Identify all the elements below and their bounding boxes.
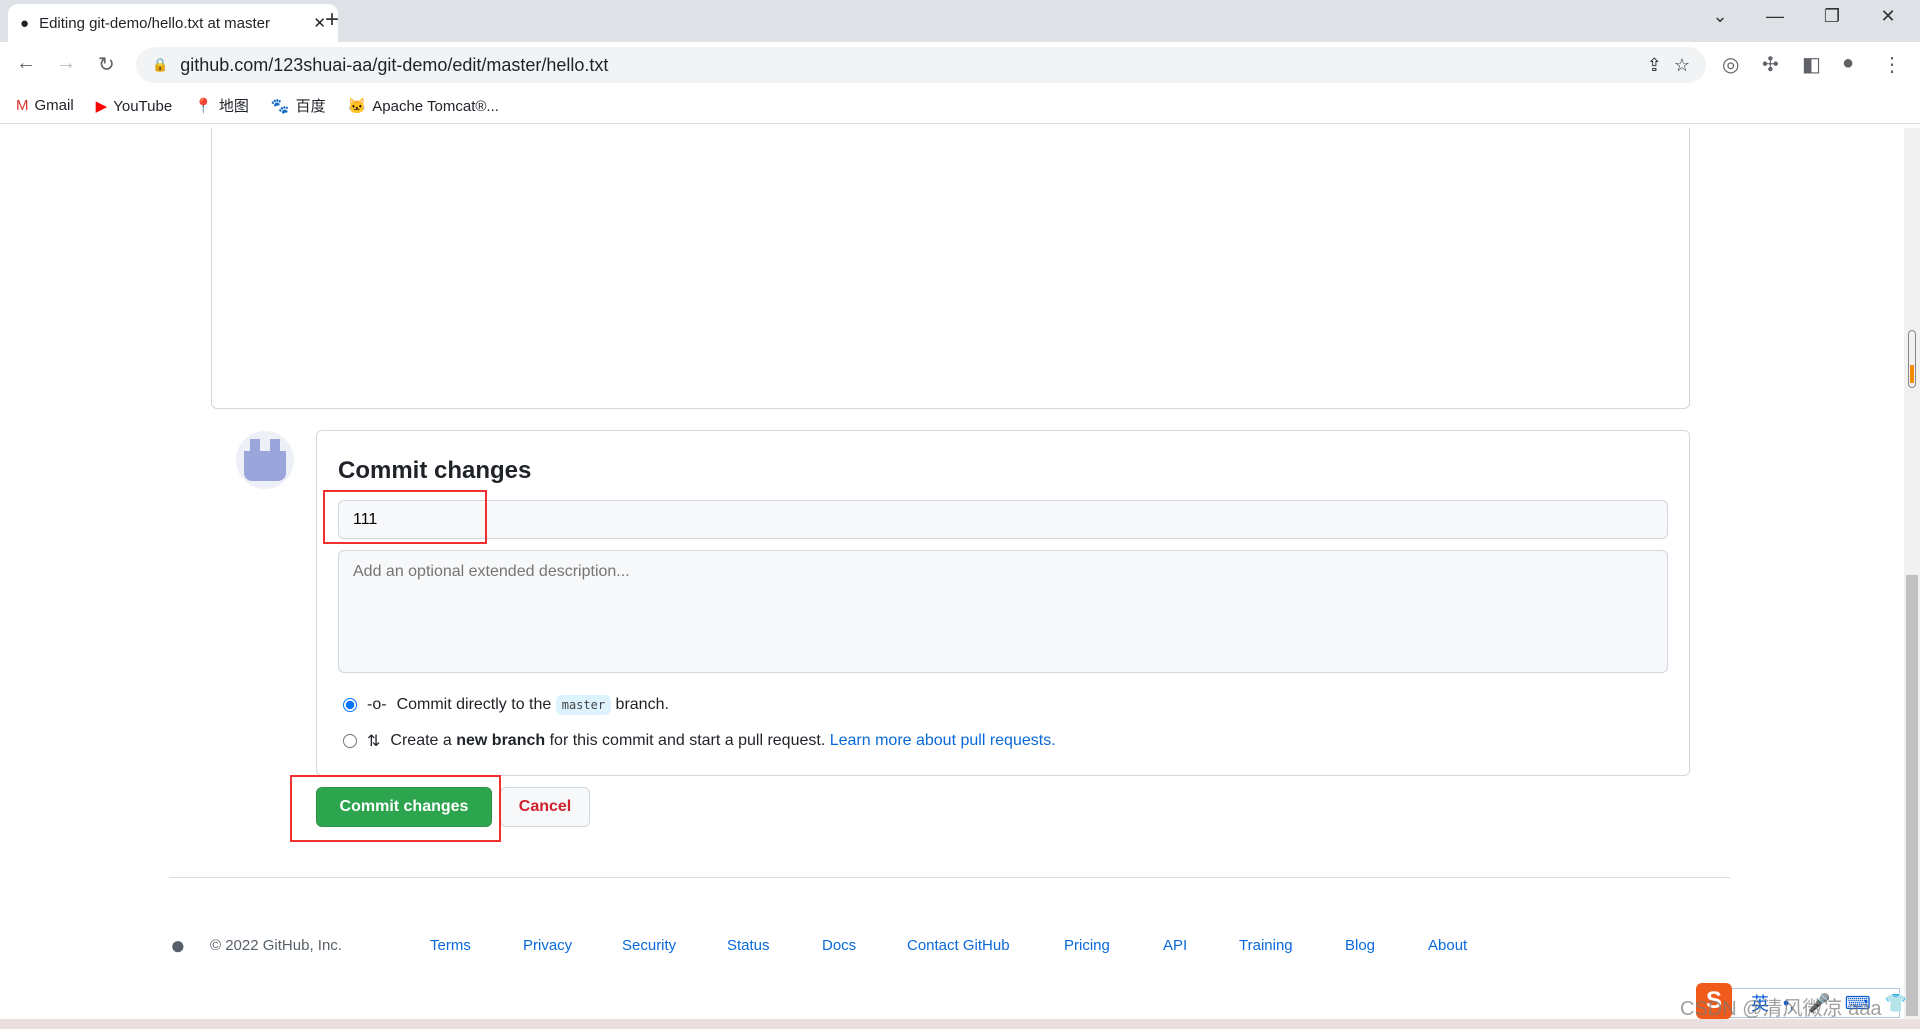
footer-link-security[interactable]: Security — [622, 937, 676, 954]
commit-description-input[interactable] — [338, 550, 1668, 673]
bookmarks-bar: M Gmail ▶ YouTube 📍 地图 🐾 百度 🐱 Apache Tomcat®.… — [0, 88, 1920, 124]
avatar — [236, 431, 294, 489]
forward-icon[interactable]: → — [56, 52, 76, 75]
commit-icon: -o- — [367, 696, 387, 713]
youtube-icon: ▶ — [95, 97, 108, 115]
footer-link-terms[interactable]: Terms — [430, 937, 471, 954]
gmail-icon: M — [16, 97, 29, 114]
taskbar-strip — [0, 1019, 1920, 1029]
reload-icon[interactable]: ↻ — [98, 52, 115, 77]
browser-tab[interactable]: ● Editing git-demo/hello.txt at master ✕ — [8, 4, 338, 42]
commit-heading: Commit changes — [338, 457, 532, 484]
baidu-icon: 🐾 — [270, 98, 290, 115]
file-editor[interactable] — [211, 128, 1690, 409]
scrollbar-thumb[interactable] — [1906, 575, 1918, 1016]
minimize-icon[interactable]: — — [1755, 6, 1795, 27]
restore-icon[interactable]: ❐ — [1812, 6, 1852, 27]
footer: ● © 2022 GitHub, Inc. Terms Privacy Secu… — [170, 930, 1730, 960]
branch-name: master — [555, 695, 612, 715]
footer-divider — [169, 877, 1730, 878]
bookmark-baidu[interactable]: 🐾 百度 — [271, 95, 326, 116]
footer-link-contact[interactable]: Contact GitHub — [907, 937, 1010, 954]
chrome-extension-icon[interactable]: ◎ — [1722, 52, 1739, 77]
learn-more-link[interactable]: Learn more about pull requests. — [830, 732, 1056, 749]
github-favicon-icon: ● — [20, 14, 30, 32]
new-tab-button[interactable]: + — [325, 6, 339, 34]
radio-new-branch[interactable] — [343, 734, 357, 748]
footer-link-training[interactable]: Training — [1239, 937, 1293, 954]
pull-request-icon: ⇅ — [367, 733, 381, 750]
tomcat-icon: 🐱 — [347, 97, 367, 115]
footer-link-api[interactable]: API — [1163, 937, 1187, 954]
copyright: © 2022 GitHub, Inc. — [210, 937, 342, 954]
footer-link-about[interactable]: About — [1428, 937, 1467, 954]
lock-icon: 🔒 — [152, 57, 169, 72]
cancel-button[interactable]: Cancel — [500, 787, 590, 827]
footer-link-blog[interactable]: Blog — [1345, 937, 1375, 954]
footer-link-privacy[interactable]: Privacy — [523, 937, 572, 954]
profile-avatar-icon[interactable]: ● — [1842, 52, 1854, 75]
bookmark-youtube[interactable]: ▶ YouTube — [96, 97, 173, 115]
highlight-box-summary — [323, 490, 487, 544]
watermark: CSDN @清风微凉 aaa — [1680, 998, 1882, 1020]
address-bar[interactable]: 🔒 github.com/123shuai-aa/git-demo/edit/m… — [136, 47, 1706, 83]
bookmark-star-icon[interactable]: ☆ — [1674, 55, 1690, 76]
extensions-puzzle-icon[interactable]: ✣ — [1762, 52, 1779, 77]
option-new-branch[interactable]: ⇅ Create a new branch for this commit an… — [343, 731, 1056, 751]
close-window-icon[interactable]: ✕ — [1868, 6, 1908, 27]
radio-commit-direct[interactable] — [343, 698, 357, 712]
github-logo-icon[interactable]: ● — [170, 930, 186, 961]
side-marker-icon — [1908, 330, 1916, 388]
highlight-box-commit-button — [290, 775, 501, 842]
bookmark-tomcat[interactable]: 🐱 Apache Tomcat®... — [348, 97, 499, 115]
option-commit-direct[interactable]: -o- Commit directly to the master branch… — [343, 695, 669, 715]
tab-search-icon[interactable]: ⌄ — [1700, 6, 1740, 27]
side-panel-icon[interactable]: ◧ — [1802, 52, 1821, 77]
tab-title: Editing git-demo/hello.txt at master — [39, 14, 271, 32]
back-icon[interactable]: ← — [16, 52, 36, 75]
share-icon[interactable]: ⇪ — [1647, 55, 1662, 76]
menu-kebab-icon[interactable]: ⋮ — [1882, 52, 1902, 77]
footer-link-pricing[interactable]: Pricing — [1064, 937, 1110, 954]
ime-skin-icon[interactable]: 👕 — [1885, 993, 1907, 1014]
footer-link-status[interactable]: Status — [727, 937, 770, 954]
footer-link-docs[interactable]: Docs — [822, 937, 856, 954]
bookmark-gmail[interactable]: M Gmail — [16, 97, 74, 114]
maps-icon: 📍 — [194, 98, 213, 115]
url-text: github.com/123shuai-aa/git-demo/edit/mas… — [180, 54, 609, 75]
commit-summary-input[interactable] — [338, 500, 1668, 539]
bookmark-maps[interactable]: 📍 地图 — [194, 95, 249, 116]
